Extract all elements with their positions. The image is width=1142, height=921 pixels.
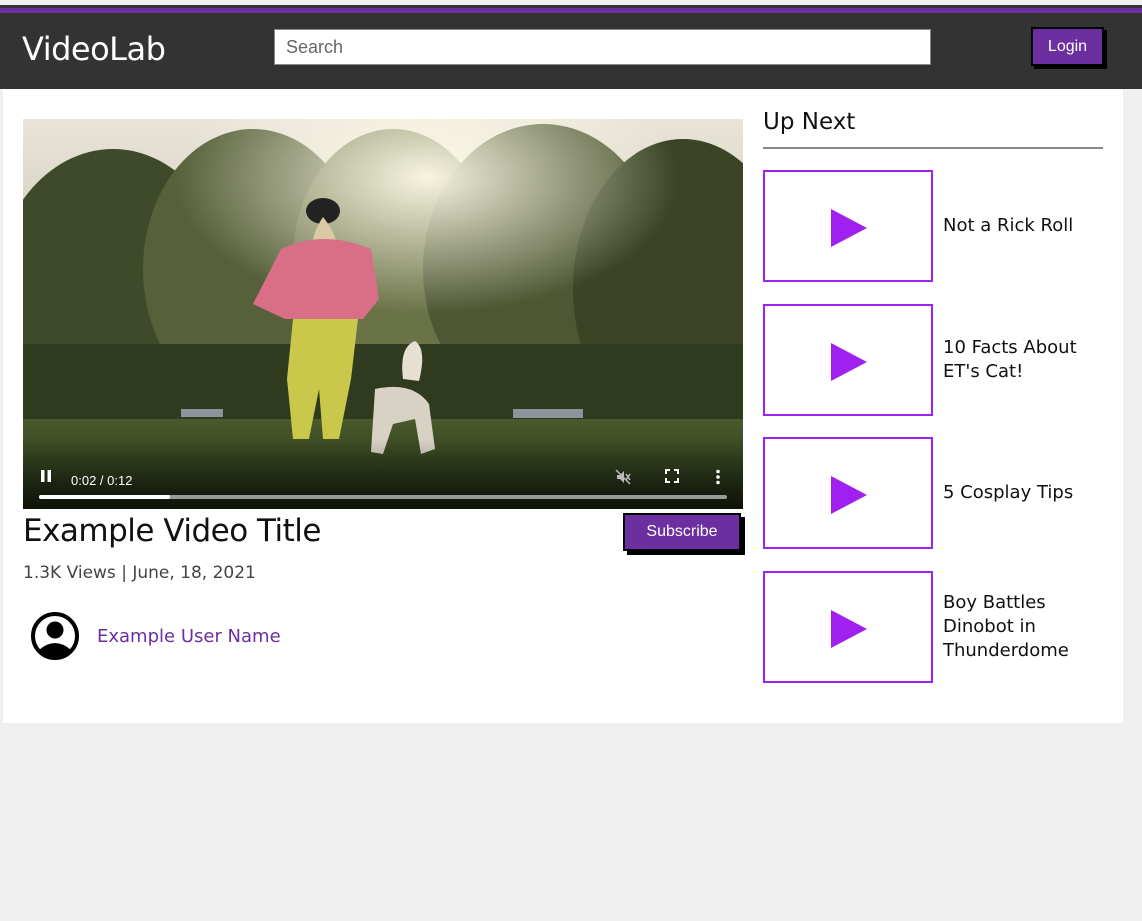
list-item[interactable]: 10 Facts About ET's Cat! (763, 303, 1103, 416)
up-next-list: Not a Rick Roll 10 Facts About ET's Cat!… (763, 170, 1103, 704)
list-item[interactable]: Boy Battles Dinobot in Thunderdome (763, 570, 1103, 683)
video-title: Example Video Title (23, 513, 322, 549)
up-next-heading: Up Next (763, 109, 856, 135)
video-thumbnail[interactable] (763, 437, 933, 549)
list-item-title[interactable]: 10 Facts About ET's Cat! (943, 336, 1103, 384)
time-display: 0:02 / 0:12 (71, 473, 133, 488)
user-avatar-icon (31, 612, 79, 660)
avatar[interactable] (31, 612, 79, 660)
mute-icon[interactable] (615, 469, 631, 489)
list-item[interactable]: Not a Rick Roll (763, 170, 1103, 282)
divider (763, 147, 1103, 149)
play-icon (831, 609, 867, 648)
list-item-title[interactable]: Boy Battles Dinobot in Thunderdome (943, 591, 1103, 663)
user-name-link[interactable]: Example User Name (97, 626, 281, 647)
header-accent-stripe (0, 8, 1142, 13)
more-options-icon[interactable] (715, 469, 721, 489)
pause-icon[interactable] (39, 469, 53, 487)
video-thumbnail[interactable] (763, 570, 933, 683)
video-thumbnail[interactable] (763, 170, 933, 282)
list-item[interactable]: 5 Cosplay Tips (763, 437, 1103, 549)
login-button[interactable]: Login (1031, 27, 1104, 66)
search-input[interactable] (274, 29, 931, 65)
video-controls: 0:02 / 0:12 (23, 439, 743, 509)
play-icon (831, 342, 867, 381)
play-icon (831, 476, 867, 514)
main-panel: 0:02 / 0:12 Example Video Title Subscrib… (3, 89, 1123, 723)
list-item-title[interactable]: 5 Cosplay Tips (943, 481, 1103, 505)
video-meta: 1.3K Views | June, 18, 2021 (23, 563, 256, 583)
fullscreen-icon[interactable] (665, 469, 679, 487)
play-icon (831, 209, 867, 247)
video-thumbnail[interactable] (763, 303, 933, 416)
video-player[interactable]: 0:02 / 0:12 (23, 119, 743, 509)
progress-fill (39, 495, 170, 499)
progress-bar[interactable] (39, 495, 727, 499)
list-item-title[interactable]: Not a Rick Roll (943, 214, 1103, 238)
site-logo[interactable]: VideoLab (22, 30, 166, 68)
subscribe-button[interactable]: Subscribe (623, 513, 741, 551)
